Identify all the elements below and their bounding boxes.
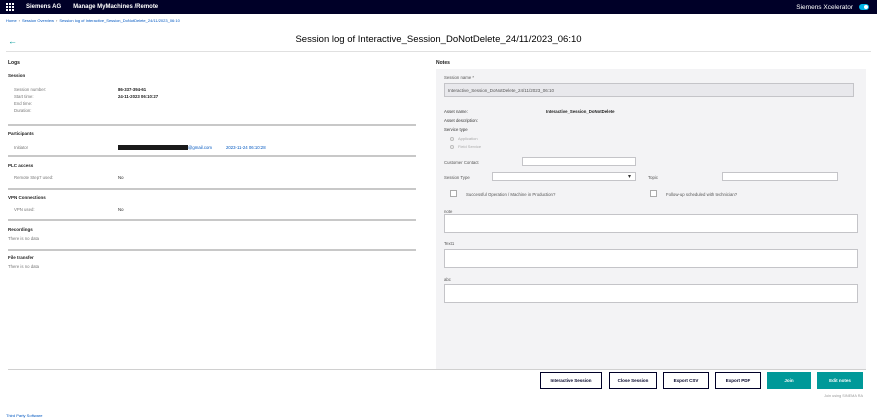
asset-name-row: Asset name: Interactive_Session_DoNotDel… <box>444 109 615 114</box>
vpn-title: VPN Connections <box>8 195 46 200</box>
follow-up-checkbox[interactable] <box>650 190 657 197</box>
service-type-radio-application[interactable]: Application <box>450 136 478 141</box>
third-party-link[interactable]: Third Party Software <box>6 413 42 418</box>
start-time-value: 24-11-2023 06:10:27 <box>118 94 159 99</box>
service-type-radio-field[interactable]: Field Service <box>450 144 481 149</box>
notes-panel: Session name * Interactive_Session_DoNot… <box>436 69 866 369</box>
logs-panel: Session Session number: 86-337-394-61 St… <box>8 69 418 369</box>
chevron-down-icon: ▾ <box>627 174 631 180</box>
radio-icon <box>450 136 454 141</box>
file-transfer-title: File transfer <box>8 255 34 260</box>
session-name-label: Session name * <box>444 75 475 80</box>
session-name-input[interactable]: Interactive_Session_DoNotDelete_24/11/20… <box>444 83 854 97</box>
page-title: Session log of Interactive_Session_DoNot… <box>295 34 582 45</box>
company-name: Siemens AG <box>26 4 62 10</box>
export-csv-button[interactable]: Export CSV <box>663 372 709 389</box>
service-type-label: Service type <box>444 127 468 132</box>
session-type-select[interactable]: ▾ <box>492 172 636 181</box>
session-section-title: Session <box>8 73 26 78</box>
breadcrumb-current: Session log of Interactive_Session_DoNot… <box>59 18 180 23</box>
vpn-section: VPN Connections <box>8 195 416 200</box>
initiator-email-suffix: @gmail.com <box>188 145 212 150</box>
session-number-value: 86-337-394-61 <box>118 87 147 92</box>
plc-label: Remote Step7 used: <box>14 175 54 180</box>
interactive-session-button[interactable]: Interactive Session <box>540 372 602 389</box>
initiator-label: Initiator <box>14 145 29 150</box>
follow-up-label: Follow-up scheduled with technician? <box>666 192 738 197</box>
topic-input[interactable] <box>722 172 838 181</box>
title-divider <box>6 51 871 52</box>
initiator-email: @gmail.com <box>118 145 212 150</box>
participants-section: Participants <box>8 131 416 136</box>
app-launcher-icon[interactable] <box>6 3 14 11</box>
breadcrumb-home[interactable]: Home <box>6 18 17 23</box>
export-pdf-button[interactable]: Export PDF <box>715 372 761 389</box>
session-type-label: Session Type <box>444 175 470 180</box>
session-section: Session <box>8 73 416 78</box>
successful-operation-checkbox[interactable] <box>450 190 457 197</box>
asset-description-label: Asset description: <box>444 118 478 123</box>
initiator-timestamp: 2023-11-24 06:10:28 <box>226 145 266 150</box>
note-textarea[interactable] <box>444 214 858 233</box>
product-switcher[interactable]: Siemens Xcelerator <box>796 4 869 11</box>
section-divider <box>8 219 416 221</box>
breadcrumb: Home › Session Overview › Session log of Int… <box>6 18 180 23</box>
successful-operation-label: Successful Operation / Machine in Produc… <box>466 192 556 197</box>
join-hint: Join using SINEMA RA <box>824 394 863 398</box>
redacted-block <box>118 145 188 150</box>
abc-label: abc <box>444 277 451 282</box>
top-bar: Siemens AG Manage MyMachines /Remote Sie… <box>0 0 877 14</box>
start-time-label: Start time: <box>14 94 34 99</box>
text1-label: Text1 <box>444 241 455 246</box>
edit-notes-button[interactable]: Edit notes <box>817 372 863 389</box>
close-session-button[interactable]: Close Session <box>609 372 657 389</box>
notes-heading: Notes <box>436 60 450 66</box>
text1-textarea[interactable] <box>444 249 858 268</box>
asset-description-row: Asset description: <box>444 118 478 123</box>
file-transfer-section: File transfer There is no data <box>8 255 416 269</box>
vpn-value: No <box>118 207 124 212</box>
recordings-empty: There is no data <box>8 236 40 241</box>
customer-contact-input[interactable] <box>522 157 636 166</box>
plc-value: No <box>118 175 124 180</box>
duration-label: Duration: <box>14 108 32 113</box>
end-time-label: End time: <box>14 101 33 106</box>
join-button[interactable]: Join <box>767 372 811 389</box>
section-divider <box>8 188 416 190</box>
logs-heading: Logs <box>8 60 20 66</box>
product-name: Siemens Xcelerator <box>796 3 853 11</box>
session-number-label: Session number: <box>14 87 47 92</box>
topic-label: Topic <box>648 175 659 180</box>
vpn-label: VPN used: <box>14 207 35 212</box>
plc-section: PLC access <box>8 163 416 168</box>
section-divider <box>8 155 416 157</box>
asset-name-label: Asset name: <box>444 109 468 114</box>
radio-label: Field Service <box>458 144 482 149</box>
theme-toggle-icon[interactable] <box>859 4 869 10</box>
app-name: Manage MyMachines /Remote <box>73 4 159 10</box>
section-divider <box>8 249 416 251</box>
file-transfer-empty: There is no data <box>8 264 40 269</box>
participants-title: Participants <box>8 131 34 136</box>
radio-icon <box>450 144 454 149</box>
radio-label: Application <box>458 136 478 141</box>
customer-contact-label: Customer Contact <box>444 160 479 165</box>
recordings-section: Recordings There is no data <box>8 227 416 241</box>
asset-name-value: Interactive_Session_DoNotDelete <box>546 109 615 114</box>
service-type-row: Service type <box>444 127 468 132</box>
abc-textarea[interactable] <box>444 284 858 303</box>
recordings-title: Recordings <box>8 227 33 232</box>
breadcrumb-overview[interactable]: Session Overview <box>22 18 54 23</box>
plc-title: PLC access <box>8 163 34 168</box>
section-divider <box>8 124 416 126</box>
